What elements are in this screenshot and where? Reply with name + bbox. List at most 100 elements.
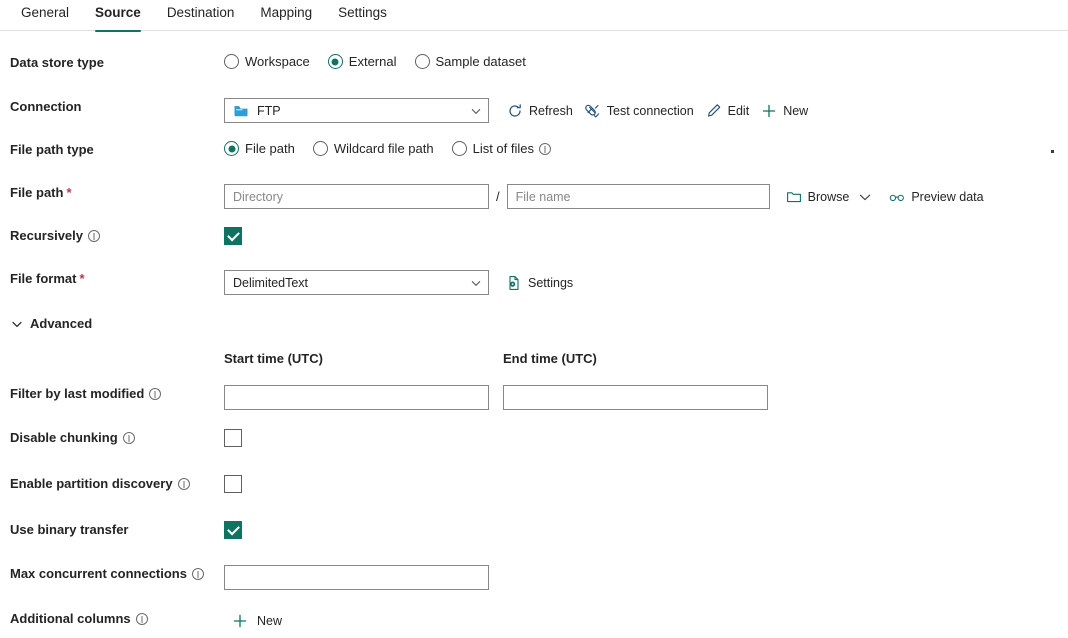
edit-button[interactable]: Edit — [700, 100, 756, 122]
end-time-input[interactable] — [503, 385, 768, 410]
refresh-icon — [507, 103, 523, 119]
connection-value: FTP — [257, 103, 281, 118]
label-max-concurrent-connections: Max concurrent connections — [0, 565, 224, 583]
radio-circle-icon — [224, 141, 239, 156]
disable-chunking-checkbox[interactable] — [224, 429, 242, 447]
max-concurrent-connections-control — [224, 565, 1068, 590]
radio-label: List of files — [472, 141, 535, 156]
path-separator: / — [496, 189, 500, 204]
info-icon[interactable] — [149, 388, 162, 400]
radio-workspace[interactable]: Workspace — [224, 54, 310, 69]
tab-label: Mapping — [260, 5, 313, 20]
label-filter-by-last-modified: Filter by last modified — [0, 385, 224, 403]
tab-label: Destination — [166, 5, 235, 20]
radio-list-of-files[interactable]: List of files — [451, 141, 552, 156]
enable-partition-discovery-checkbox[interactable] — [224, 475, 242, 493]
tab-mapping[interactable]: Mapping — [247, 0, 325, 31]
row-file-path: File path * Directory / File name Browse — [0, 184, 1068, 212]
time-headers: Start time (UTC) End time (UTC) — [224, 351, 1068, 366]
advanced-section-toggle[interactable]: Advanced — [0, 312, 92, 335]
label-text: Use binary transfer — [10, 522, 129, 537]
label-text: Max concurrent connections — [10, 566, 187, 581]
radio-sample-dataset[interactable]: Sample dataset — [414, 54, 526, 69]
new-connection-button[interactable]: New — [755, 100, 814, 122]
browse-dropdown-button[interactable] — [855, 186, 875, 208]
folder-open-icon — [786, 189, 802, 205]
radio-circle-icon — [224, 54, 239, 69]
radio-circle-icon — [312, 141, 328, 156]
row-data-store-type: Data store type Workspace External Sampl… — [0, 54, 1068, 82]
additional-columns-control: New — [224, 610, 1068, 632]
row-additional-columns: Additional columns New — [0, 610, 1068, 638]
tab-destination[interactable]: Destination — [154, 0, 248, 31]
label-text: File format — [10, 271, 77, 286]
tab-source[interactable]: Source — [82, 0, 154, 32]
filter-time-inputs — [224, 385, 1068, 410]
row-use-binary-transfer: Use binary transfer — [0, 521, 1068, 549]
max-concurrent-connections-input[interactable] — [224, 565, 489, 590]
radio-circle-icon — [451, 141, 467, 156]
tab-general[interactable]: General — [8, 0, 82, 31]
button-label: Refresh — [529, 103, 573, 118]
directory-input[interactable]: Directory — [224, 184, 489, 209]
add-column-button[interactable]: New — [224, 610, 288, 632]
recursively-checkbox[interactable] — [224, 227, 242, 245]
tab-settings[interactable]: Settings — [325, 0, 400, 31]
browse-button[interactable]: Browse — [780, 186, 856, 208]
label-file-path: File path * — [0, 184, 224, 202]
file-name-placeholder: File name — [515, 189, 571, 204]
data-store-type-radio-group: Workspace External Sample dataset — [224, 54, 1068, 69]
pencil-icon — [706, 103, 722, 119]
file-format-controls: DelimitedText Settings — [224, 270, 1068, 295]
row-connection: Connection FTP Refresh Test connection E… — [0, 98, 1068, 126]
connection-dropdown[interactable]: FTP — [224, 98, 489, 123]
row-enable-partition-discovery: Enable partition discovery — [0, 475, 1068, 503]
use-binary-transfer-control — [224, 521, 1068, 539]
radio-external[interactable]: External — [327, 54, 397, 69]
chevron-down-icon — [470, 105, 482, 117]
tab-label: Source — [95, 5, 141, 20]
radio-file-path[interactable]: File path — [224, 141, 295, 156]
enable-partition-discovery-control — [224, 475, 1068, 493]
file-name-input[interactable]: File name — [506, 184, 770, 209]
file-format-dropdown[interactable]: DelimitedText — [224, 270, 489, 295]
radio-circle-icon — [414, 54, 430, 69]
radio-label: Workspace — [245, 54, 310, 69]
info-icon[interactable] — [191, 568, 204, 580]
label-text: File path type — [10, 142, 94, 157]
folder-icon — [233, 103, 249, 119]
info-icon[interactable] — [88, 230, 100, 242]
info-icon[interactable] — [122, 432, 135, 444]
required-asterisk: * — [66, 185, 72, 200]
label-text: Recursively — [10, 228, 83, 243]
info-icon[interactable] — [539, 142, 552, 155]
radio-label: File path — [245, 141, 295, 156]
directory-placeholder: Directory — [233, 189, 284, 204]
label-recursively: Recursively — [0, 227, 224, 245]
file-format-settings-button[interactable]: Settings — [500, 272, 579, 294]
info-icon[interactable] — [177, 478, 190, 490]
row-disable-chunking: Disable chunking — [0, 429, 1068, 457]
row-max-concurrent-connections: Max concurrent connections — [0, 565, 1068, 593]
label-data-store-type: Data store type — [0, 54, 224, 72]
refresh-button[interactable]: Refresh — [501, 100, 579, 122]
label-file-path-type: File path type — [0, 141, 224, 159]
file-settings-icon — [506, 275, 522, 291]
info-icon[interactable] — [135, 613, 148, 625]
label-enable-partition-discovery: Enable partition discovery — [0, 475, 224, 493]
test-connection-button[interactable]: Test connection — [579, 100, 700, 122]
label-text: Additional columns — [10, 611, 131, 626]
use-binary-transfer-checkbox[interactable] — [224, 521, 242, 539]
required-asterisk: * — [79, 271, 85, 286]
row-filter-by-last-modified: Filter by last modified — [0, 385, 1068, 413]
label-disable-chunking: Disable chunking — [0, 429, 224, 447]
recursively-control — [224, 227, 1068, 245]
disable-chunking-control — [224, 429, 1068, 447]
button-label: Test connection — [606, 103, 694, 118]
label-text: Enable partition discovery — [10, 476, 173, 491]
radio-label: Sample dataset — [435, 54, 526, 69]
preview-data-button[interactable]: Preview data — [883, 186, 989, 208]
radio-label: Wildcard file path — [333, 141, 434, 156]
radio-wildcard-file-path[interactable]: Wildcard file path — [312, 141, 434, 156]
start-time-input[interactable] — [224, 385, 489, 410]
